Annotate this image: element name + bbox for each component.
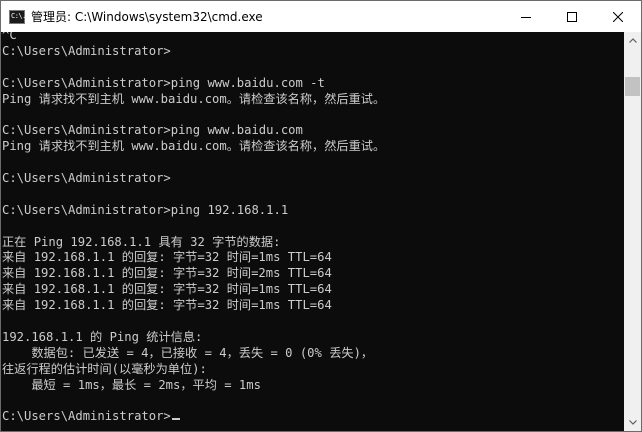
- title-bar[interactable]: C:\. 管理员: C:\Windows\system32\cmd.exe: [1, 1, 641, 32]
- window-controls: [503, 1, 641, 32]
- console-line: Ping 请求找不到主机 www.baidu.com。请检查该名称，然后重试。: [2, 139, 386, 154]
- console-line: C:\Users\Administrator>: [2, 43, 171, 58]
- maximize-icon: [567, 11, 577, 22]
- cmd-icon[interactable]: C:\.: [9, 9, 26, 24]
- console-line: 192.168.1.1 的 Ping 统计信息:: [2, 329, 203, 344]
- console-line: 正在 Ping 192.168.1.1 具有 32 字节的数据:: [2, 234, 281, 249]
- console-line: 往返行程的估计时间(以毫秒为单位):: [2, 361, 207, 376]
- console-line: 来自 192.168.1.1 的回复: 字节=32 时间=1ms TTL=64: [2, 282, 332, 297]
- scroll-down-button[interactable]: [624, 414, 641, 431]
- close-icon: [613, 11, 623, 22]
- console-line: C:\Users\Administrator>: [2, 171, 171, 186]
- console-text-area: ^C C:\Users\Administrator> C:\Users\Admini…: [2, 32, 385, 425]
- console-line: C:\Users\Administrator>: [2, 409, 385, 425]
- scrollbar-thumb[interactable]: [625, 77, 640, 96]
- cmd-icon-label: C:\.: [11, 12, 26, 20]
- scroll-up-arrow-icon: [628, 38, 637, 43]
- text-cursor: [171, 418, 180, 421]
- cmd-window: C:\. 管理员: C:\Windows\system32\cmd.exe ^C…: [0, 0, 642, 432]
- console-line: 数据包: 已发送 = 4，已接收 = 4，丢失 = 0 (0% 丢失)，: [2, 345, 374, 360]
- console-line: C:\Users\Administrator>ping 192.168.1.1: [2, 202, 289, 217]
- close-button[interactable]: [595, 1, 641, 32]
- console-line: C:\Users\Administrator>ping www.baidu.co…: [2, 75, 325, 90]
- console-line: 来自 192.168.1.1 的回复: 字节=32 时间=1ms TTL=64: [2, 250, 332, 265]
- console-output[interactable]: ^C C:\Users\Administrator> C:\Users\Admini…: [1, 32, 624, 431]
- console-line: Ping 请求找不到主机 www.baidu.com。请检查该名称，然后重试。: [2, 91, 386, 106]
- vertical-scrollbar[interactable]: [624, 32, 641, 431]
- console-line: ^C: [2, 32, 17, 42]
- window-title: 管理员: C:\Windows\system32\cmd.exe: [31, 10, 263, 24]
- maximize-button[interactable]: [549, 1, 595, 32]
- console-line: C:\Users\Administrator>ping www.baidu.co…: [2, 123, 303, 138]
- scroll-down-arrow-icon: [628, 420, 637, 425]
- console-line: 来自 192.168.1.1 的回复: 字节=32 时间=1ms TTL=64: [2, 298, 332, 313]
- minimize-icon: [521, 16, 531, 18]
- scroll-up-button[interactable]: [624, 32, 641, 49]
- minimize-button[interactable]: [503, 1, 549, 32]
- console-line: 来自 192.168.1.1 的回复: 字节=32 时间=2ms TTL=64: [2, 266, 332, 281]
- console-line: 最短 = 1ms，最长 = 2ms，平均 = 1ms: [2, 377, 261, 392]
